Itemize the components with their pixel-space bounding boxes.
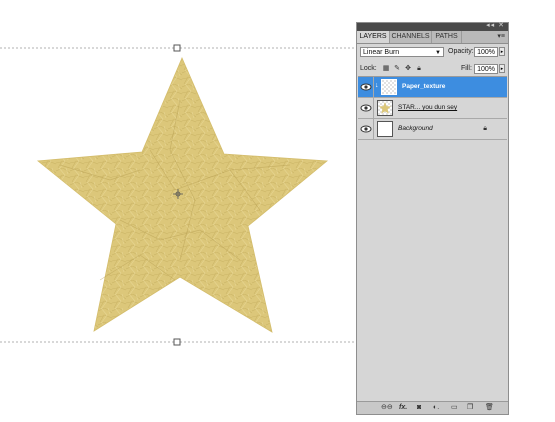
panel-footer: ⊖⊖ fx. ◙ ◐. ▭ ❐ 🗑︎ [357,401,508,414]
layer-thumbnail [377,100,393,116]
layer-row-paper-texture[interactable]: ↓ Paper_texture [358,77,507,98]
opacity-label: Opacity: [448,48,474,55]
tab-layers[interactable]: LAYERS [357,31,390,43]
visibility-toggle[interactable] [358,119,374,139]
tab-paths[interactable]: PATHS [432,31,462,43]
layer-thumbnail [377,121,393,137]
blend-mode-select[interactable]: Linear Burn ▼ [360,47,444,57]
transform-handle-top[interactable] [173,44,181,52]
blend-mode-value: Linear Burn [363,49,400,56]
fill-input[interactable]: 100% [474,64,498,74]
blend-row: Linear Burn ▼ Opacity: 100% ▸ [360,47,506,58]
opacity-slider-arrow-icon[interactable]: ▸ [499,47,505,56]
layer-thumbnail [381,79,397,95]
brush-icon[interactable]: ✎ [393,65,401,73]
group-icon[interactable]: ▭ [451,403,458,413]
new-layer-icon[interactable]: ❐ [467,403,473,413]
star-thumbnail-icon [379,102,391,114]
lock-row: Lock: ▦ ✎ ✥ 🔒︎ Fill: 100% ▸ [360,64,506,75]
fx-icon[interactable]: fx. [399,403,407,413]
star-shape[interactable] [36,56,329,333]
panel-menu-icon[interactable]: ▾≡ [497,31,505,43]
move-icon[interactable]: ✥ [404,65,412,73]
panel-collapse-controls[interactable]: ◂◂ ✕ [486,21,505,29]
layer-name[interactable]: STAR... you dun sey [398,98,457,118]
layer-name[interactable]: Paper_texture [402,77,445,97]
clipping-arrow-icon: ↓ [375,82,379,89]
lock-icon[interactable]: 🔒︎ [415,65,423,73]
link-icon[interactable]: ⊖⊖ [381,403,393,413]
transform-handle-bottom[interactable] [173,338,181,346]
panel-titlebar[interactable]: ◂◂ ✕ [357,21,508,31]
eye-icon [360,104,372,112]
layers-list: ↓ Paper_texture STAR... you dun sey Back… [358,76,507,407]
mask-icon[interactable]: ◙ [417,403,421,413]
fill-label: Fill: [461,65,472,72]
panel-tabs: LAYERS CHANNELS PATHS ▾≡ [357,31,508,44]
trash-icon[interactable]: 🗑︎ [485,403,494,413]
visibility-toggle[interactable] [358,77,374,97]
lock-icon: 🔒︎ [483,125,487,132]
eye-icon [360,125,372,133]
visibility-toggle[interactable] [358,98,374,118]
layer-row-star[interactable]: STAR... you dun sey [358,98,507,119]
tab-channels[interactable]: CHANNELS [390,31,432,43]
fill-slider-arrow-icon[interactable]: ▸ [499,64,505,73]
layers-panel: ◂◂ ✕ LAYERS CHANNELS PATHS ▾≡ Linear Bur… [356,22,509,415]
opacity-input[interactable]: 100% [474,47,498,57]
adjustment-icon[interactable]: ◐. [433,403,439,413]
lock-label: Lock: [360,65,377,72]
eye-icon [360,83,372,91]
layer-row-background[interactable]: Background 🔒︎ [358,119,507,140]
checker-icon[interactable]: ▦ [382,65,390,73]
chevron-down-icon: ▼ [435,50,441,56]
layer-name[interactable]: Background [398,119,433,139]
